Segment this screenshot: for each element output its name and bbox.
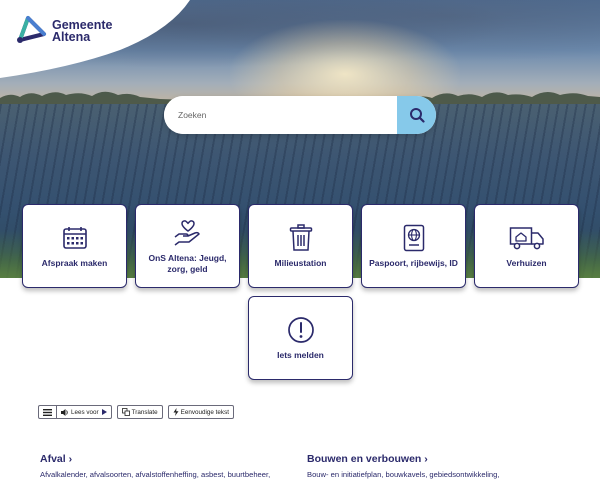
trash-bin-icon [289,224,312,251]
hand-heart-icon [174,219,200,246]
section-afval-description: Afvalkalender, afvalsoorten, afvalstoffe… [40,470,271,479]
search-input[interactable] [164,96,397,134]
calendar-icon [62,227,87,249]
passport-icon [403,224,424,252]
search-bar [164,96,436,134]
tile-label: Milieustation [274,258,327,268]
play-icon [101,409,107,415]
section-bouwen-link[interactable]: Bouwen en verbouwen › [307,453,428,465]
tile-label: Paspoort, rijbewijs, ID [369,258,458,268]
chevron-right-icon: › [424,453,428,465]
read-aloud-menu-button[interactable] [39,406,56,418]
tile-iets-melden[interactable]: Iets melden [248,296,353,380]
translate-label: Translate [131,408,158,416]
speaker-icon [61,408,68,416]
lightning-icon [173,408,179,416]
tile-label: Iets melden [277,350,324,360]
menu-icon [43,408,52,416]
tile-verhuizen[interactable]: Verhuizen [474,204,579,288]
read-aloud-control: Lees voor [38,405,112,419]
section-title: Afval [40,453,66,465]
tile-milieustation[interactable]: Milieustation [248,204,353,288]
logo[interactable]: Gemeente Altena [14,14,112,48]
tile-label: Afspraak maken [41,258,108,268]
read-aloud-label: Lees voor [71,408,99,416]
translate-icon [121,408,130,416]
simple-text-label: Eenvoudige tekst [180,408,229,416]
chevron-right-icon: › [68,453,73,465]
translate-button[interactable]: Translate [116,405,163,419]
section-title: Bouwen en verbouwen [307,453,422,465]
logo-mark-icon [17,16,46,43]
tile-label: Verhuizen [506,258,547,268]
search-button[interactable] [397,96,436,134]
logo-text: Gemeente Altena [52,19,112,44]
simple-text-button[interactable]: Eenvoudige tekst [167,405,234,419]
moving-truck-icon [509,227,544,250]
section-afval-link[interactable]: Afval › [40,453,72,465]
alert-circle-icon [287,317,314,343]
search-icon [409,108,425,123]
tile-ons-altena[interactable]: OnS Altena: Jeugd, zorg, geld [135,204,240,288]
tile-paspoort[interactable]: Paspoort, rijbewijs, ID [361,204,466,288]
accessibility-toolbar: Lees voor Translate Eenvoudige tekst [38,405,234,419]
read-aloud-button[interactable]: Lees voor [57,406,111,418]
tile-label: OnS Altena: Jeugd, zorg, geld [148,252,227,274]
logo-line-2: Altena [52,30,91,44]
tile-afspraak-maken[interactable]: Afspraak maken [22,204,127,288]
section-bouwen-description: Bouw- en initiatiefplan, bouwkavels, geb… [307,470,500,479]
